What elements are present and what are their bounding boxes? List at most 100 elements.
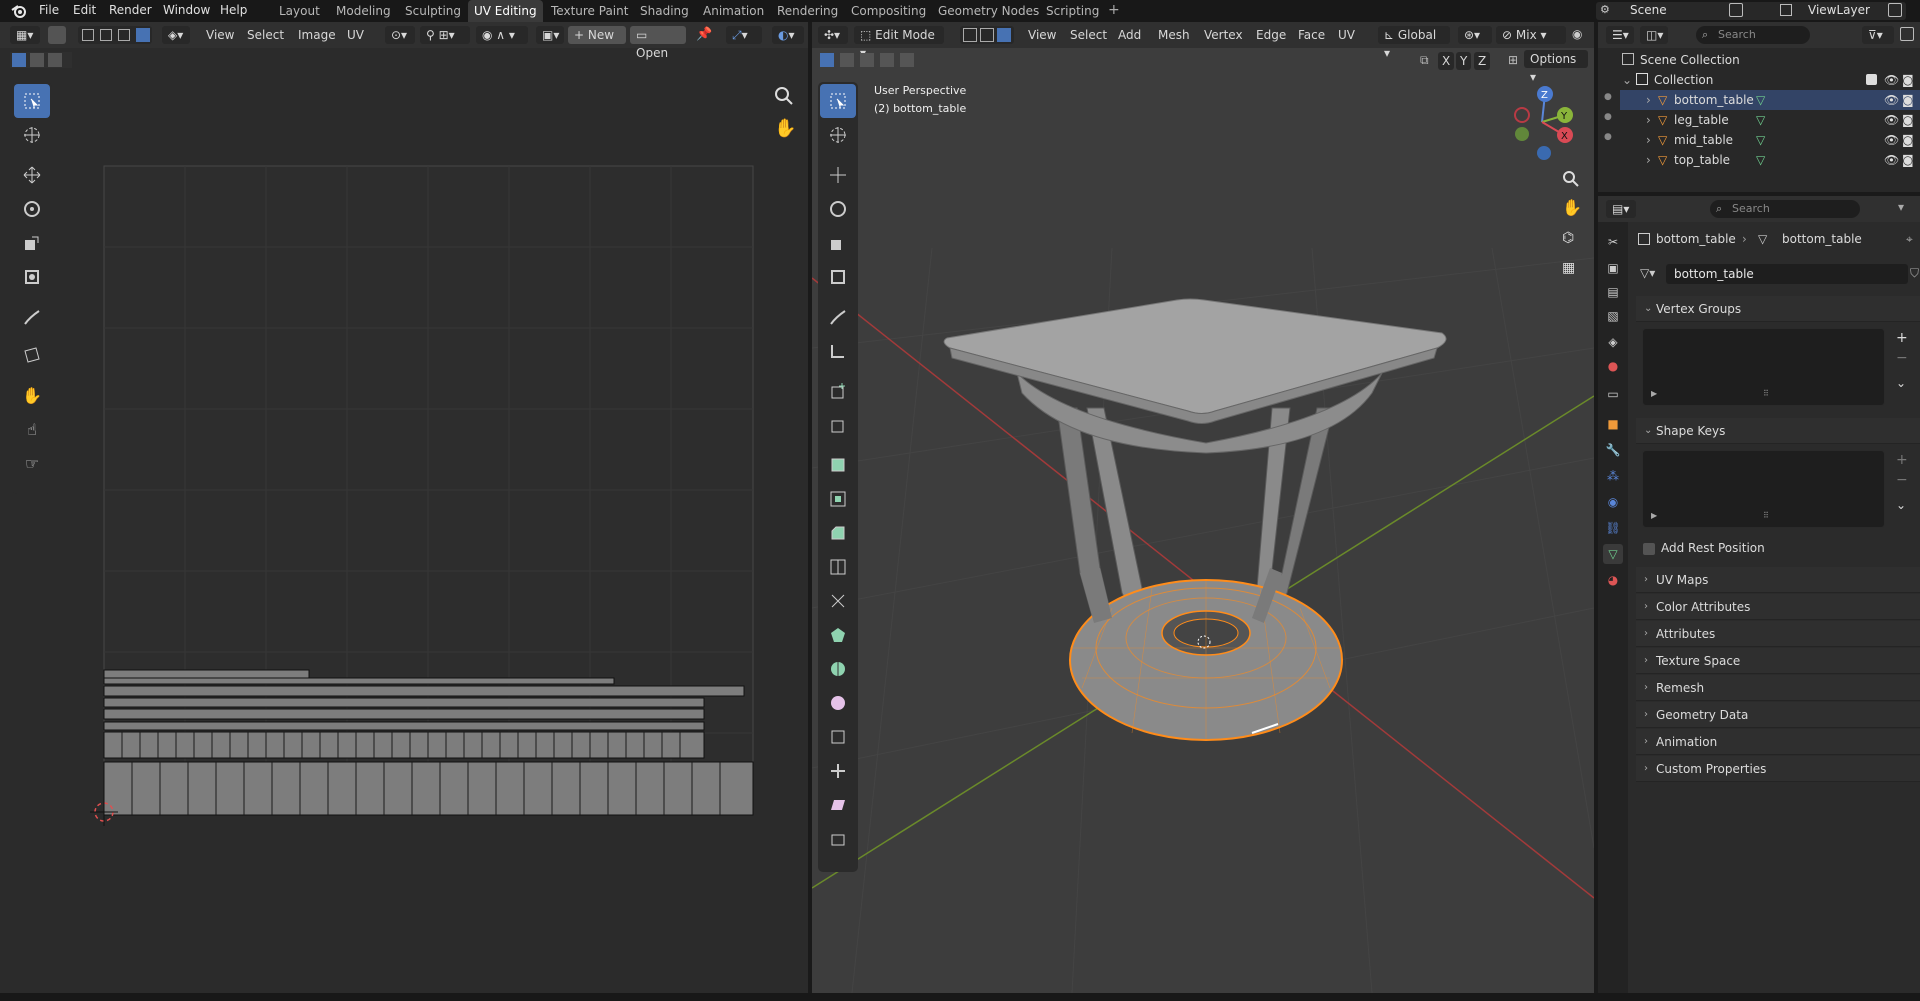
bevel-tool-icon[interactable]	[820, 516, 856, 550]
editor-type-icon[interactable]: ▦▾	[10, 26, 40, 44]
panel-shape-keys[interactable]: ⌄ Shape Keys	[1636, 418, 1920, 444]
outliner-scene-collection[interactable]: Scene Collection	[1620, 50, 1920, 70]
tab-geometry-nodes[interactable]: Geometry Nodes	[932, 0, 1045, 22]
exclude-checkbox[interactable]	[1866, 74, 1877, 85]
properties-search-input[interactable]: ⌕ Search	[1710, 200, 1860, 218]
camera-icon[interactable]: ◙	[1902, 130, 1914, 150]
new-scene-icon[interactable]	[1729, 3, 1743, 17]
menu-edit[interactable]: Edit	[73, 3, 96, 17]
tab-texture-paint[interactable]: Texture Paint	[545, 0, 634, 22]
chevron-right-icon[interactable]: ›	[1646, 110, 1651, 130]
outliner-collection[interactable]: ⌄ Collection 👁 ◙	[1620, 70, 1920, 90]
shrink-fatten-tool-icon[interactable]	[820, 754, 856, 788]
snap-icon[interactable]: ⚲ ⊞▾	[420, 26, 470, 44]
viewport-scene[interactable]: Z Y X	[812, 48, 1594, 993]
image-browse-icon[interactable]: ▣▾	[536, 26, 564, 44]
vertex-select-icon[interactable]	[963, 28, 977, 42]
uv-menu-view[interactable]: View	[200, 26, 240, 44]
add-workspace-icon[interactable]: +	[1108, 2, 1120, 18]
vp-scale-tool-icon[interactable]	[820, 226, 856, 260]
uv-menu-uv[interactable]: UV	[341, 26, 370, 44]
edge-select-icon[interactable]	[980, 28, 994, 42]
mode-selector[interactable]: ⬚ Edit Mode ▾	[854, 26, 944, 60]
edge-mode-icon[interactable]	[100, 29, 112, 41]
proportional-edit-icon[interactable]: ◉ ∧ ▾	[476, 26, 528, 44]
resize-grip-icon[interactable]: ⠿	[1763, 511, 1769, 520]
vp-menu-select[interactable]: Select	[1064, 26, 1113, 44]
panel-vertex-groups[interactable]: ⌄ Vertex Groups	[1636, 296, 1920, 322]
world-tab-icon[interactable]: ●	[1603, 356, 1623, 376]
open-image-button[interactable]: ▭ Open	[630, 26, 686, 60]
vp-menu-vertex[interactable]: Vertex	[1198, 26, 1249, 44]
tab-layout[interactable]: Layout	[273, 0, 326, 22]
mesh-browse-icon[interactable]: ▽▾	[1640, 266, 1655, 280]
tab-shading[interactable]: Shading	[634, 0, 695, 22]
pin-image-icon[interactable]: 📌	[696, 27, 712, 42]
menu-window[interactable]: Window	[163, 3, 210, 17]
vertex-mode-icon[interactable]	[82, 29, 94, 41]
uv-pan-icon[interactable]: ✋	[774, 118, 796, 139]
outliner-item-bottom-table[interactable]: › ▽ bottom_table ▽ 👁 ◙	[1620, 90, 1920, 110]
rip-region-tool-icon[interactable]	[820, 822, 856, 856]
vp-menu-view[interactable]: View	[1022, 26, 1062, 44]
particles-tab-icon[interactable]: ⁂	[1603, 466, 1623, 486]
select-subtract-icon[interactable]	[48, 53, 62, 67]
breadcrumb-data[interactable]: bottom_table	[1782, 228, 1862, 250]
camera-view-icon[interactable]: ⌬	[1562, 230, 1574, 246]
panel-animation[interactable]: › Animation	[1636, 729, 1920, 755]
vp-select-box-tool-icon[interactable]	[820, 84, 856, 118]
chevron-right-icon[interactable]: ›	[1646, 130, 1651, 150]
tab-sculpting[interactable]: Sculpting	[399, 0, 467, 22]
add-shape-key-button[interactable]: +	[1896, 452, 1908, 468]
render-tab-icon[interactable]: ▣	[1603, 258, 1623, 278]
add-rest-position-row[interactable]: Add Rest Position	[1643, 540, 1893, 558]
constraints-tab-icon[interactable]: ⛓	[1603, 518, 1623, 538]
vp-rotate-tool-icon[interactable]	[820, 192, 856, 226]
eye-icon[interactable]: 👁	[1884, 150, 1899, 170]
expand-icon[interactable]: ▶	[1651, 389, 1657, 398]
chevron-down-icon[interactable]: ⌄	[1622, 70, 1632, 90]
vp-cursor-tool-icon[interactable]	[820, 118, 856, 152]
edge-slide-tool-icon[interactable]	[820, 720, 856, 754]
menu-help[interactable]: Help	[220, 3, 247, 17]
smooth-tool-icon[interactable]	[820, 686, 856, 720]
vp-menu-mesh[interactable]: Mesh	[1152, 26, 1196, 44]
measure-tool-icon[interactable]	[820, 334, 856, 368]
vp-zoom-icon[interactable]	[1562, 170, 1580, 188]
display-mode-icon[interactable]: ◫▾	[1640, 26, 1668, 44]
tab-animation[interactable]: Animation	[697, 0, 770, 22]
spin-tool-2-icon[interactable]	[820, 652, 856, 686]
vp-menu-face[interactable]: Face	[1292, 26, 1331, 44]
collection-tab-icon[interactable]: ▭	[1603, 384, 1623, 404]
uv-canvas[interactable]	[0, 160, 808, 840]
physics-tab-icon[interactable]: ◉	[1603, 492, 1623, 512]
select-box-tool-icon[interactable]	[14, 84, 50, 118]
fake-user-icon[interactable]: ⛉	[1910, 266, 1919, 281]
panel-texture-space[interactable]: › Texture Space	[1636, 648, 1920, 674]
select-extend-icon[interactable]	[30, 53, 44, 67]
vp-select-invert-icon[interactable]	[880, 53, 894, 67]
table-model[interactable]	[943, 298, 1447, 741]
extrude-tool-icon[interactable]	[820, 448, 856, 482]
menu-file[interactable]: File	[39, 3, 59, 17]
camera-icon[interactable]: ◙	[1902, 70, 1914, 90]
options-dropdown[interactable]: Options ▾	[1524, 50, 1588, 84]
pivot-point-icon[interactable]: ⊛▾	[1458, 26, 1492, 44]
outliner-item-top-table[interactable]: › ▽ top_table ▽ 👁 ◙	[1620, 150, 1920, 170]
mirror-x-button[interactable]: X	[1438, 52, 1455, 70]
uv-overlay-icon[interactable]: ◐▾	[772, 26, 804, 44]
panel-attributes[interactable]: › Attributes	[1636, 621, 1920, 647]
tab-compositing[interactable]: Compositing	[845, 0, 932, 22]
add-vertex-group-button[interactable]: +	[1896, 330, 1908, 346]
select-new-icon[interactable]	[12, 53, 26, 67]
viewlayer-selector[interactable]: ViewLayer	[1776, 2, 1906, 20]
view-layer-tab-icon[interactable]: ▧	[1603, 306, 1623, 326]
auto-merge-icon[interactable]: ⊞	[1508, 53, 1518, 67]
vp-menu-edge[interactable]: Edge	[1250, 26, 1292, 44]
uv-menu-image[interactable]: Image	[292, 26, 342, 44]
pivot-icon[interactable]: ⊙▾	[385, 26, 415, 44]
expand-icon[interactable]: ▶	[1651, 511, 1657, 520]
properties-editor-icon[interactable]: ▤▾	[1606, 200, 1636, 218]
mirror-icon[interactable]: ⧉	[1420, 53, 1429, 68]
inset-tool-icon[interactable]	[820, 482, 856, 516]
